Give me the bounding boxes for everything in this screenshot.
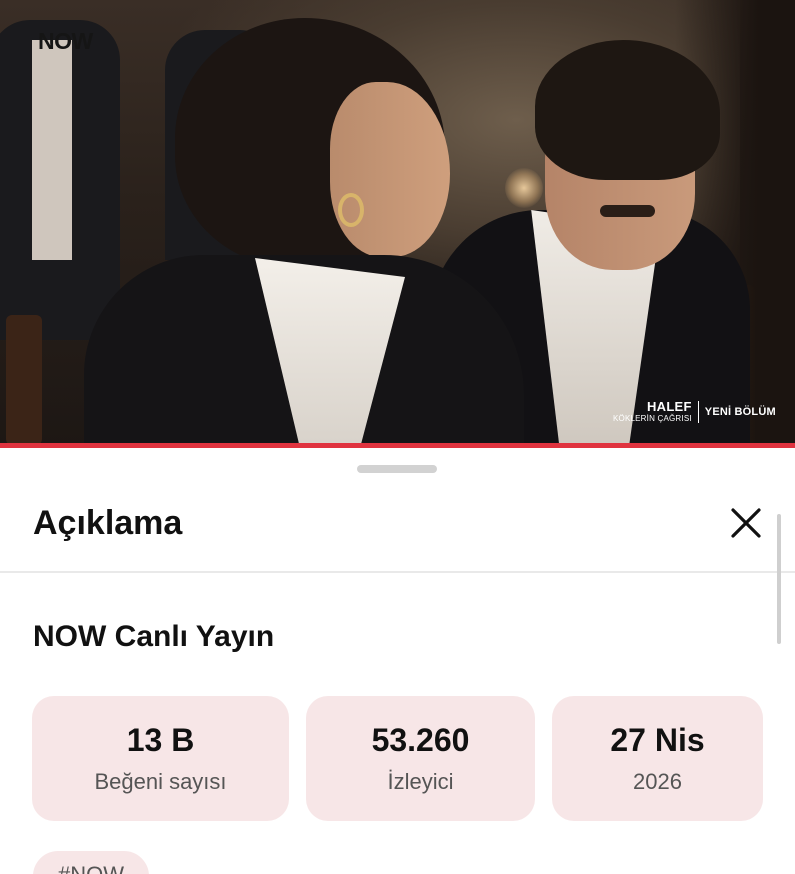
- sheet-drag-handle[interactable]: [357, 465, 437, 473]
- close-button[interactable]: [727, 504, 765, 542]
- sheet-title: Açıklama: [33, 504, 183, 542]
- scrollbar[interactable]: [777, 514, 781, 644]
- viewers-count: 53.260: [371, 722, 470, 758]
- man-hair: [535, 40, 720, 180]
- stat-card-date: 27 Nis 2026: [552, 696, 763, 821]
- show-subtitle: KÖKLERİN ÇAĞRISI: [613, 414, 692, 423]
- background-shirt-left: [32, 40, 72, 260]
- man-mustache: [600, 205, 655, 217]
- video-lamp: [505, 168, 543, 208]
- woman-earring: [338, 193, 364, 227]
- stat-card-viewers: 53.260 İzleyici: [306, 696, 535, 821]
- show-title: HALEF: [646, 399, 692, 414]
- viewers-label: İzleyici: [387, 769, 454, 794]
- channel-name: NOW Canlı Yayın: [33, 620, 275, 653]
- likes-label: Beğeni sayısı: [94, 769, 227, 794]
- hashtag-chip[interactable]: #NOW: [33, 851, 149, 874]
- close-icon: [731, 508, 761, 538]
- new-episode-badge: YENİ BÖLÜM: [704, 406, 776, 418]
- stat-card-likes: 13 B Beğeni sayısı: [32, 696, 289, 821]
- header-divider: [0, 571, 795, 573]
- chair-left: [6, 315, 42, 445]
- show-watermark-title-block: HALEF KÖKLERİN ÇAĞRISI: [613, 400, 692, 424]
- date-day-month: 27 Nis: [610, 722, 705, 758]
- show-watermark: HALEF KÖKLERİN ÇAĞRISI YENİ BÖLÜM: [613, 400, 776, 424]
- date-year: 2026: [633, 769, 682, 794]
- watermark-divider: [697, 401, 699, 423]
- description-sheet: Açıklama NOW Canlı Yayın 13 B Beğeni say…: [0, 448, 795, 874]
- likes-count: 13 B: [126, 722, 195, 758]
- now-logo: NOW: [38, 28, 93, 54]
- video-player[interactable]: NOW HALEF KÖKLERİN ÇAĞRISI YENİ BÖLÜM: [0, 0, 795, 446]
